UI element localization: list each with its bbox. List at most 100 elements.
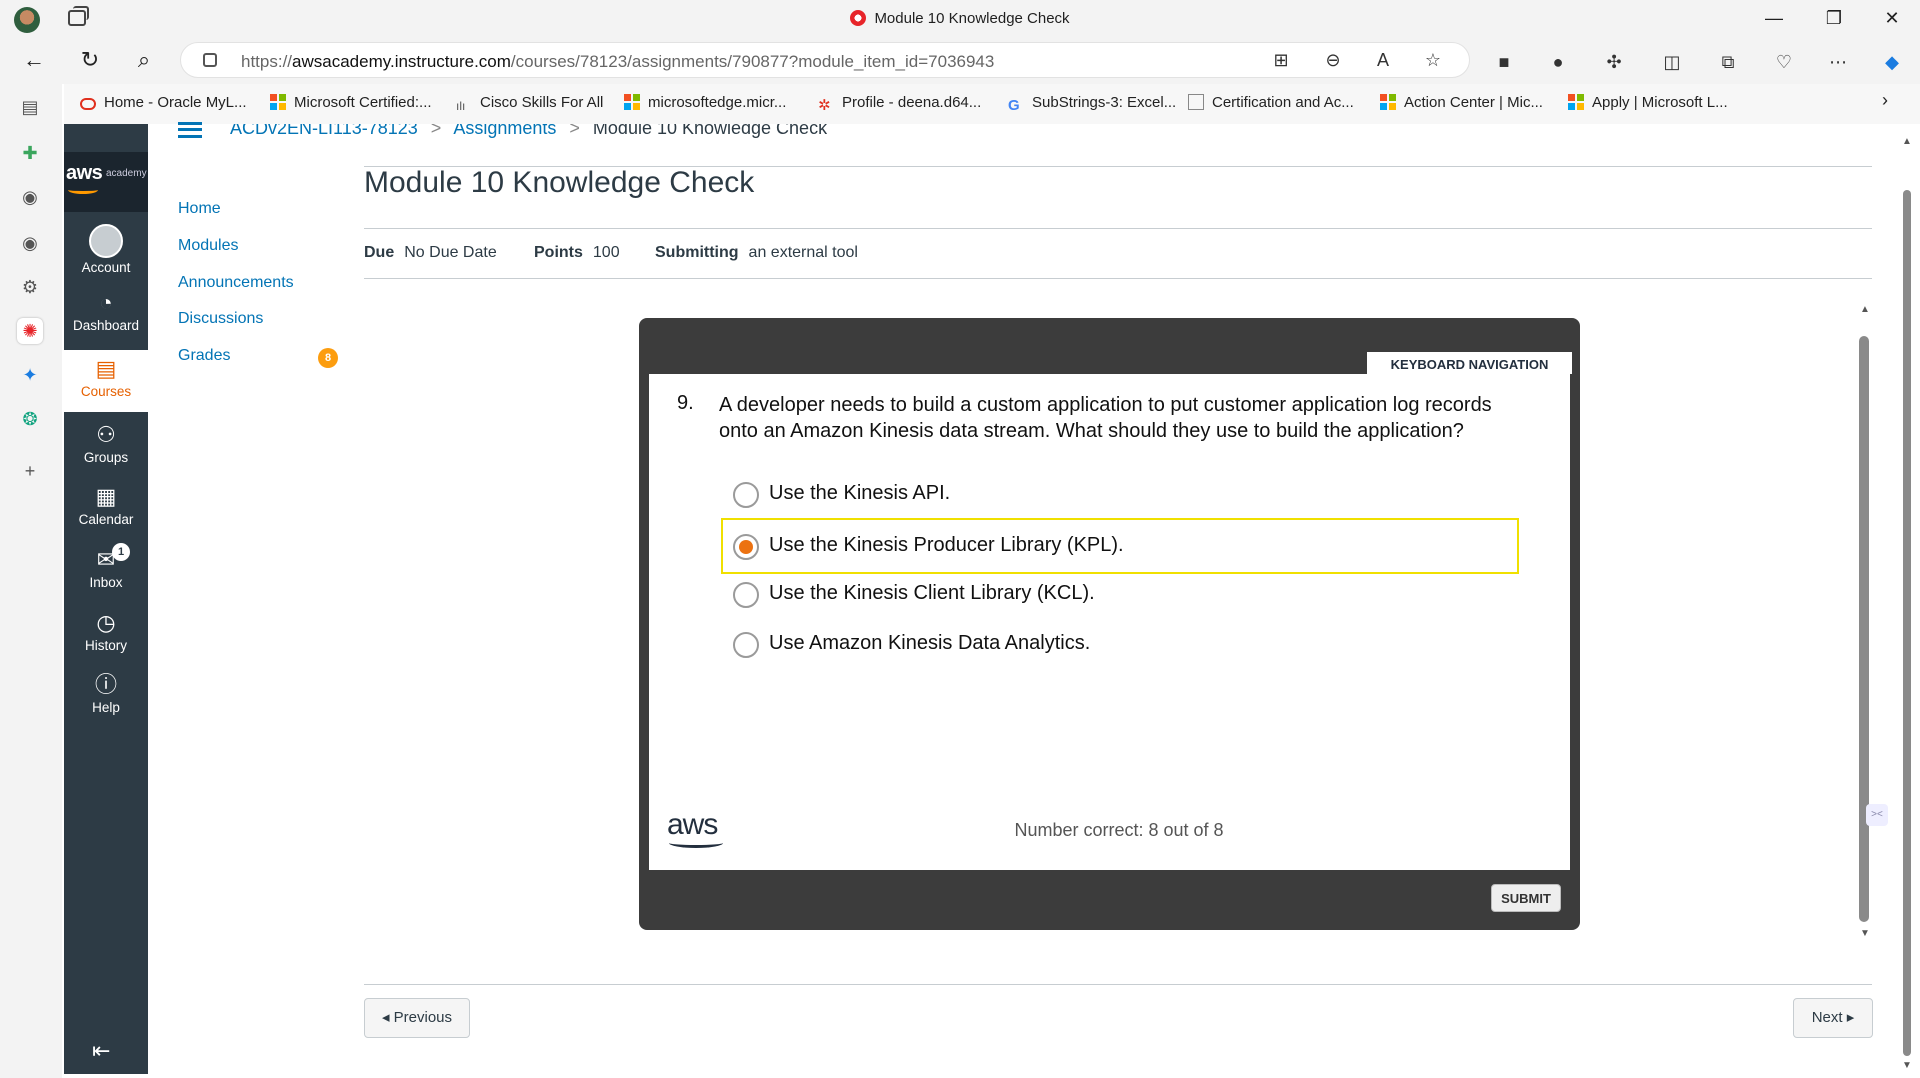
history-icon: ◷: [96, 610, 116, 635]
favorite-star-icon[interactable]: ☆: [1421, 48, 1445, 72]
page-scroll-up-icon[interactable]: ▲: [1900, 136, 1914, 147]
answer-option-2-label[interactable]: Use the Kinesis Producer Library (KPL).: [769, 534, 1124, 557]
aws-smile-icon: [669, 838, 723, 848]
favorite-action-center[interactable]: Action Center | Mic...: [1380, 94, 1543, 111]
extension-1-icon[interactable]: ■: [1492, 50, 1516, 74]
browser-toolbar: ← ↻ ⌕ https://awsacademy.instructure.com…: [0, 36, 1920, 84]
copilot-icon[interactable]: ◆: [1880, 50, 1904, 74]
lock-icon[interactable]: [203, 53, 217, 67]
favorite-oracle[interactable]: Home - Oracle MyL...: [80, 94, 247, 111]
back-icon[interactable]: ←: [18, 44, 50, 76]
course-menu-toggle-icon[interactable]: [178, 122, 202, 138]
keyboard-navigation-tab[interactable]: KEYBOARD NAVIGATION: [1367, 352, 1572, 374]
favorite-apply[interactable]: Apply | Microsoft L...: [1568, 94, 1728, 111]
favorite-substrings[interactable]: G SubStrings-3: Excel...: [1008, 94, 1176, 114]
groups-icon: ⚇: [96, 422, 116, 447]
submit-button[interactable]: SUBMIT: [1491, 884, 1561, 912]
window-titlebar: Module 10 Knowledge Check — ❐ ✕: [0, 0, 1920, 36]
maximize-button[interactable]: ❐: [1814, 4, 1854, 32]
microsoft-icon: [270, 94, 286, 110]
minimize-button[interactable]: —: [1754, 4, 1794, 32]
copilot-app-icon[interactable]: ✦: [17, 362, 43, 388]
aws-academy-logo[interactable]: aws academy: [64, 152, 148, 212]
nav-account[interactable]: Account: [64, 220, 148, 282]
answer-option-4[interactable]: Use Amazon Kinesis Data Analytics.: [723, 620, 1513, 670]
answer-option-1[interactable]: Use the Kinesis API.: [723, 470, 1513, 520]
refresh-icon[interactable]: ↻: [74, 44, 106, 76]
favorite-profile[interactable]: ✲ Profile - deena.d64...: [818, 94, 981, 114]
radio-option-3[interactable]: [733, 582, 759, 608]
microsoft-icon: [1568, 94, 1584, 110]
course-nav-grades[interactable]: Grades: [178, 347, 230, 365]
edge-sidebar: ▤ ✚ ◉ ◉ ⚙ ✺ ✦ ❂ +: [0, 84, 62, 1078]
github-app-2-icon[interactable]: ◉: [17, 230, 43, 256]
page-scroll-down-icon[interactable]: ▼: [1900, 1060, 1914, 1071]
split-screen-icon[interactable]: ◫: [1660, 50, 1684, 74]
answer-option-3-label[interactable]: Use the Kinesis Client Library (KCL).: [769, 582, 1095, 605]
microsoft-icon: [1380, 94, 1396, 110]
radio-option-1[interactable]: [733, 482, 759, 508]
image-icon: [1188, 94, 1204, 110]
course-nav-discussions[interactable]: Discussions: [178, 310, 263, 328]
window-title: Module 10 Knowledge Check: [0, 10, 1920, 27]
course-nav-announcements[interactable]: Announcements: [178, 274, 294, 292]
nav-calendar[interactable]: ▦ Calendar: [64, 478, 148, 540]
answer-option-3[interactable]: Use the Kinesis Client Library (KCL).: [723, 570, 1513, 620]
answer-option-2[interactable]: Use the Kinesis Producer Library (KPL).: [721, 518, 1519, 574]
url-text[interactable]: https://awsacademy.instructure.com/cours…: [241, 52, 994, 72]
page-scrollbar-thumb[interactable]: [1903, 190, 1911, 1056]
cookie-extension-icon[interactable]: ●: [1546, 50, 1570, 74]
vertical-tabs-icon[interactable]: ▤: [17, 94, 43, 120]
more-menu-icon[interactable]: ⋯: [1826, 50, 1850, 74]
collapse-nav-icon[interactable]: ⇤: [92, 1038, 110, 1064]
radio-option-2-selected[interactable]: [733, 534, 759, 560]
close-window-button[interactable]: ✕: [1872, 4, 1912, 32]
collections-icon[interactable]: ⧉: [1716, 50, 1740, 74]
favorite-ms-certified[interactable]: Microsoft Certified:...: [270, 94, 432, 111]
zoom-icon[interactable]: ⊖: [1321, 48, 1345, 72]
favorite-msedge[interactable]: microsoftedge.micr...: [624, 94, 786, 111]
microsoft-icon: [624, 94, 640, 110]
nav-history[interactable]: ◷ History: [64, 604, 148, 666]
favorite-cisco[interactable]: ılı Cisco Skills For All: [456, 94, 603, 115]
browser-essentials-icon[interactable]: ♡: [1772, 50, 1796, 74]
settings-app-icon[interactable]: ⚙: [17, 274, 43, 300]
dashboard-icon: ◔: [99, 290, 113, 315]
course-nav-modules[interactable]: Modules: [178, 237, 238, 255]
nav-courses[interactable]: ▤ Courses: [64, 350, 148, 412]
nav-help[interactable]: ⓘ Help: [64, 666, 148, 728]
page-title: Module 10 Knowledge Check: [364, 166, 755, 199]
github-app-icon[interactable]: ◉: [17, 184, 43, 210]
meta-divider: [364, 278, 1872, 279]
next-button[interactable]: Next ▸: [1793, 998, 1873, 1038]
nav-dashboard[interactable]: ◔ Dashboard: [64, 284, 148, 346]
nav-inbox[interactable]: ✉ Inbox 1: [64, 541, 148, 603]
inner-scrollbar-thumb[interactable]: [1859, 336, 1869, 922]
favorite-certification[interactable]: Certification and Ac...: [1188, 94, 1354, 111]
side-widget-icon[interactable]: ><: [1866, 804, 1888, 826]
aws-smile-icon: [68, 186, 98, 194]
previous-button[interactable]: ◂ Previous: [364, 998, 470, 1038]
oracle-icon: [80, 98, 96, 110]
read-aloud-icon[interactable]: A: [1371, 48, 1395, 72]
inner-scroll-up-icon[interactable]: ▲: [1858, 304, 1872, 315]
answer-option-1-label[interactable]: Use the Kinesis API.: [769, 482, 950, 505]
app-available-icon[interactable]: ⊞: [1269, 48, 1293, 72]
profile-site-icon: ✲: [818, 97, 831, 114]
canvas-app-icon[interactable]: ✺: [17, 318, 43, 344]
sheets-app-icon[interactable]: ✚: [17, 140, 43, 166]
favorites-more-chevron-icon[interactable]: ›: [1882, 90, 1888, 111]
search-icon[interactable]: ⌕: [128, 44, 160, 76]
course-nav-home[interactable]: Home: [178, 200, 221, 218]
add-app-icon[interactable]: +: [17, 458, 43, 484]
address-bar[interactable]: https://awsacademy.instructure.com/cours…: [180, 42, 1470, 78]
chatgpt-app-icon[interactable]: ❂: [17, 406, 43, 432]
inner-scroll-down-icon[interactable]: ▼: [1858, 928, 1872, 939]
footer-divider: [364, 984, 1872, 985]
quiz-frame: KEYBOARD NAVIGATION 9. A developer needs…: [639, 318, 1580, 930]
extensions-icon[interactable]: ✣: [1602, 50, 1626, 74]
radio-option-4[interactable]: [733, 632, 759, 658]
answer-option-4-label[interactable]: Use Amazon Kinesis Data Analytics.: [769, 632, 1090, 655]
nav-groups[interactable]: ⚇ Groups: [64, 416, 148, 478]
question-text: A developer needs to build a custom appl…: [719, 394, 1492, 442]
